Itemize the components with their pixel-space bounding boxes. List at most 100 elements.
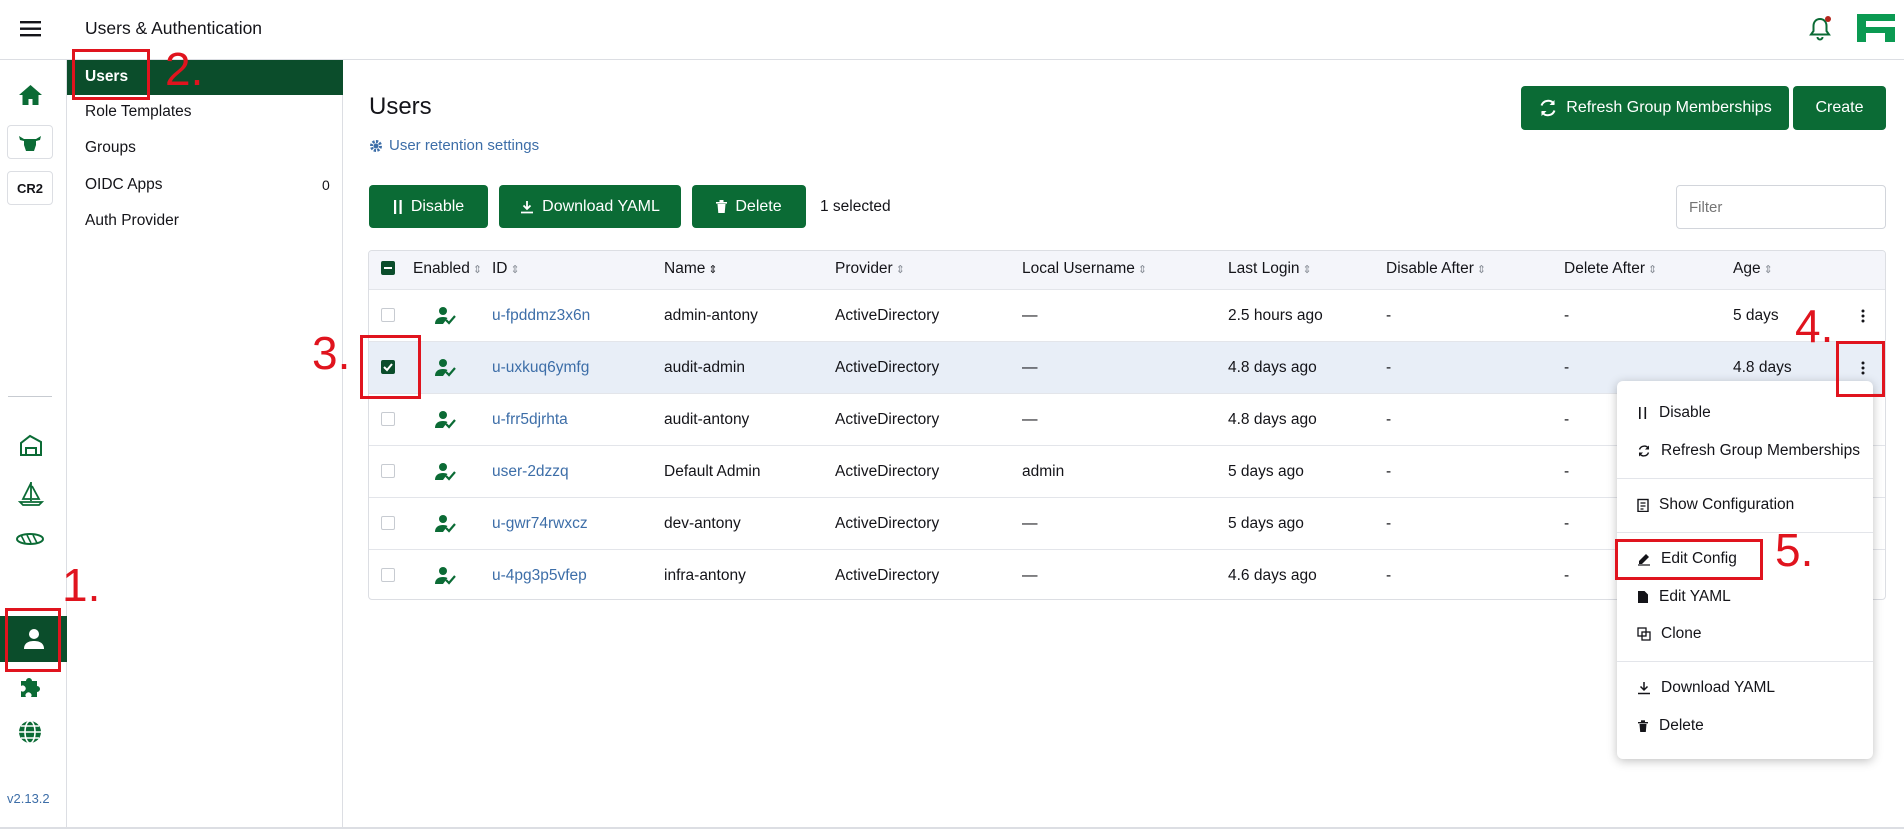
user-retention-label: User retention settings	[389, 137, 540, 154]
column-label: Provider	[835, 260, 893, 277]
cell-delete-after: -	[1564, 462, 1570, 480]
top-header	[0, 0, 1904, 60]
cluster-badge-cr2[interactable]: CR2	[7, 171, 53, 205]
bulk-disable-label: Disable	[410, 197, 465, 215]
refresh-icon	[1638, 445, 1650, 457]
extensions-button[interactable]	[17, 673, 43, 699]
hamburger-menu-button[interactable]	[20, 20, 41, 37]
refresh-group-memberships-button[interactable]: Refresh Group Memberships	[1521, 86, 1789, 130]
user-retention-link[interactable]: User retention settings	[369, 137, 539, 154]
cell-last-login: 2.5 hours ago	[1228, 306, 1323, 324]
annotation-box-row-actions	[1836, 341, 1885, 397]
rancher-logo[interactable]	[1855, 12, 1897, 44]
column-label: Local Username	[1022, 260, 1135, 277]
row-checkbox[interactable]	[381, 464, 395, 478]
row-checkbox[interactable]	[381, 516, 395, 530]
cell-id[interactable]: u-gwr74rwxcz	[492, 498, 588, 549]
menu-label: Download YAML	[1661, 679, 1776, 696]
row-checkbox[interactable]	[381, 412, 395, 426]
column-header-enabled[interactable]: Enabled ⇕	[413, 251, 482, 287]
annotation-box-edit-config	[1615, 539, 1763, 580]
cell-id[interactable]: user-2dzzq	[492, 446, 569, 497]
menu-item-refresh-group-memberships[interactable]: Refresh Group Memberships	[1617, 435, 1873, 467]
cell-delete-after: -	[1564, 566, 1570, 584]
cell-local-username: —	[1022, 358, 1038, 376]
cell-local-username: —	[1022, 410, 1038, 428]
bulk-download-yaml-button[interactable]: Download YAML	[499, 185, 681, 228]
annotation-box-users-nav	[5, 608, 61, 672]
bulk-delete-button[interactable]: Delete	[692, 185, 806, 228]
bulk-delete-label: Delete	[735, 197, 782, 215]
fleet-button[interactable]	[15, 532, 45, 546]
select-all-checkbox[interactable]	[381, 261, 395, 275]
table-header: Enabled ⇕ ID ⇕ Name ⇕ Provider ⇕ Local Usern…	[369, 251, 1885, 289]
column-header-delete-after[interactable]: Delete After ⇕	[1564, 251, 1657, 287]
row-checkbox[interactable]	[381, 308, 395, 322]
cell-local-username: —	[1022, 306, 1038, 324]
menu-item-show-configuration[interactable]: Show Configuration	[1617, 489, 1873, 521]
menu-label: Show Configuration	[1659, 496, 1795, 513]
menu-label: Disable	[1659, 404, 1711, 421]
column-header-id[interactable]: ID ⇕	[492, 251, 520, 287]
cluster-local-button[interactable]	[7, 125, 53, 159]
continuous-delivery-button[interactable]	[17, 480, 45, 506]
cell-local-username: —	[1022, 566, 1038, 584]
cell-disable-after: -	[1386, 462, 1392, 480]
column-header-provider[interactable]: Provider ⇕	[835, 251, 905, 287]
cell-last-login: 5 days ago	[1228, 514, 1304, 532]
menu-item-disable[interactable]: Disable	[1617, 397, 1873, 429]
download-icon	[1638, 682, 1650, 695]
table-row[interactable]: u-fpddmz3x6n admin-antony ActiveDirectory —…	[369, 289, 1885, 341]
cell-local-username: —	[1022, 514, 1038, 532]
cell-id[interactable]: u-frr5djrhta	[492, 394, 568, 445]
global-settings-button[interactable]	[17, 719, 43, 745]
cell-id[interactable]: u-4pg3p5vfep	[492, 550, 587, 599]
cell-last-login: 4.6 days ago	[1228, 566, 1317, 584]
version-link[interactable]: v2.13.2	[7, 791, 50, 806]
cell-delete-after: -	[1564, 514, 1570, 532]
home-button[interactable]	[18, 83, 43, 107]
cell-provider: ActiveDirectory	[835, 410, 940, 428]
row-actions-button[interactable]	[1853, 290, 1873, 341]
subnav-item-oidc-apps[interactable]: OIDC Apps	[85, 176, 163, 194]
sort-icon: ⇕	[895, 263, 905, 276]
create-button[interactable]: Create	[1793, 86, 1886, 130]
cell-local-username: admin	[1022, 462, 1065, 480]
column-header-local-username[interactable]: Local Username ⇕	[1022, 251, 1147, 287]
pause-icon	[393, 199, 402, 214]
cell-last-login: 5 days ago	[1228, 462, 1304, 480]
column-header-disable-after[interactable]: Disable After ⇕	[1386, 251, 1486, 287]
row-checkbox[interactable]	[381, 568, 395, 582]
page-title: Users	[369, 93, 432, 120]
column-header-name[interactable]: Name ⇕	[664, 251, 718, 287]
subnav-item-role-templates[interactable]: Role Templates	[85, 103, 192, 121]
menu-item-download-yaml[interactable]: Download YAML	[1617, 672, 1873, 704]
menu-item-delete[interactable]: Delete	[1617, 710, 1873, 742]
cell-age: 5 days	[1733, 306, 1779, 324]
subnav-item-auth-provider[interactable]: Auth Provider	[85, 212, 179, 230]
filter-input[interactable]	[1676, 185, 1886, 229]
column-header-last-login[interactable]: Last Login ⇕	[1228, 251, 1312, 287]
subnav-item-groups[interactable]: Groups	[85, 139, 136, 157]
user-enabled-icon	[435, 550, 457, 599]
cell-id[interactable]: u-fpddmz3x6n	[492, 290, 590, 341]
column-header-age[interactable]: Age ⇕	[1733, 251, 1773, 287]
column-label: Disable After	[1386, 260, 1474, 277]
menu-label: Refresh Group Memberships	[1661, 442, 1860, 459]
notifications-button[interactable]	[1808, 16, 1832, 42]
cell-provider: ActiveDirectory	[835, 462, 940, 480]
user-check-icon	[435, 306, 456, 325]
menu-item-edit-yaml[interactable]: Edit YAML	[1617, 581, 1873, 613]
apps-button[interactable]	[18, 432, 44, 458]
bulk-disable-button[interactable]: Disable	[369, 185, 488, 228]
trash-icon	[716, 200, 728, 213]
download-icon	[521, 200, 534, 213]
gear-icon	[370, 139, 382, 152]
cell-id[interactable]: u-uxkuq6ymfg	[492, 342, 589, 393]
cell-name: Default Admin	[664, 462, 761, 480]
cell-delete-after: -	[1564, 358, 1570, 376]
menu-item-clone[interactable]: Clone	[1617, 618, 1873, 650]
annotation-number-4: 4.	[1795, 300, 1834, 352]
cell-provider: ActiveDirectory	[835, 566, 940, 584]
selected-count: 1 selected	[820, 198, 891, 215]
